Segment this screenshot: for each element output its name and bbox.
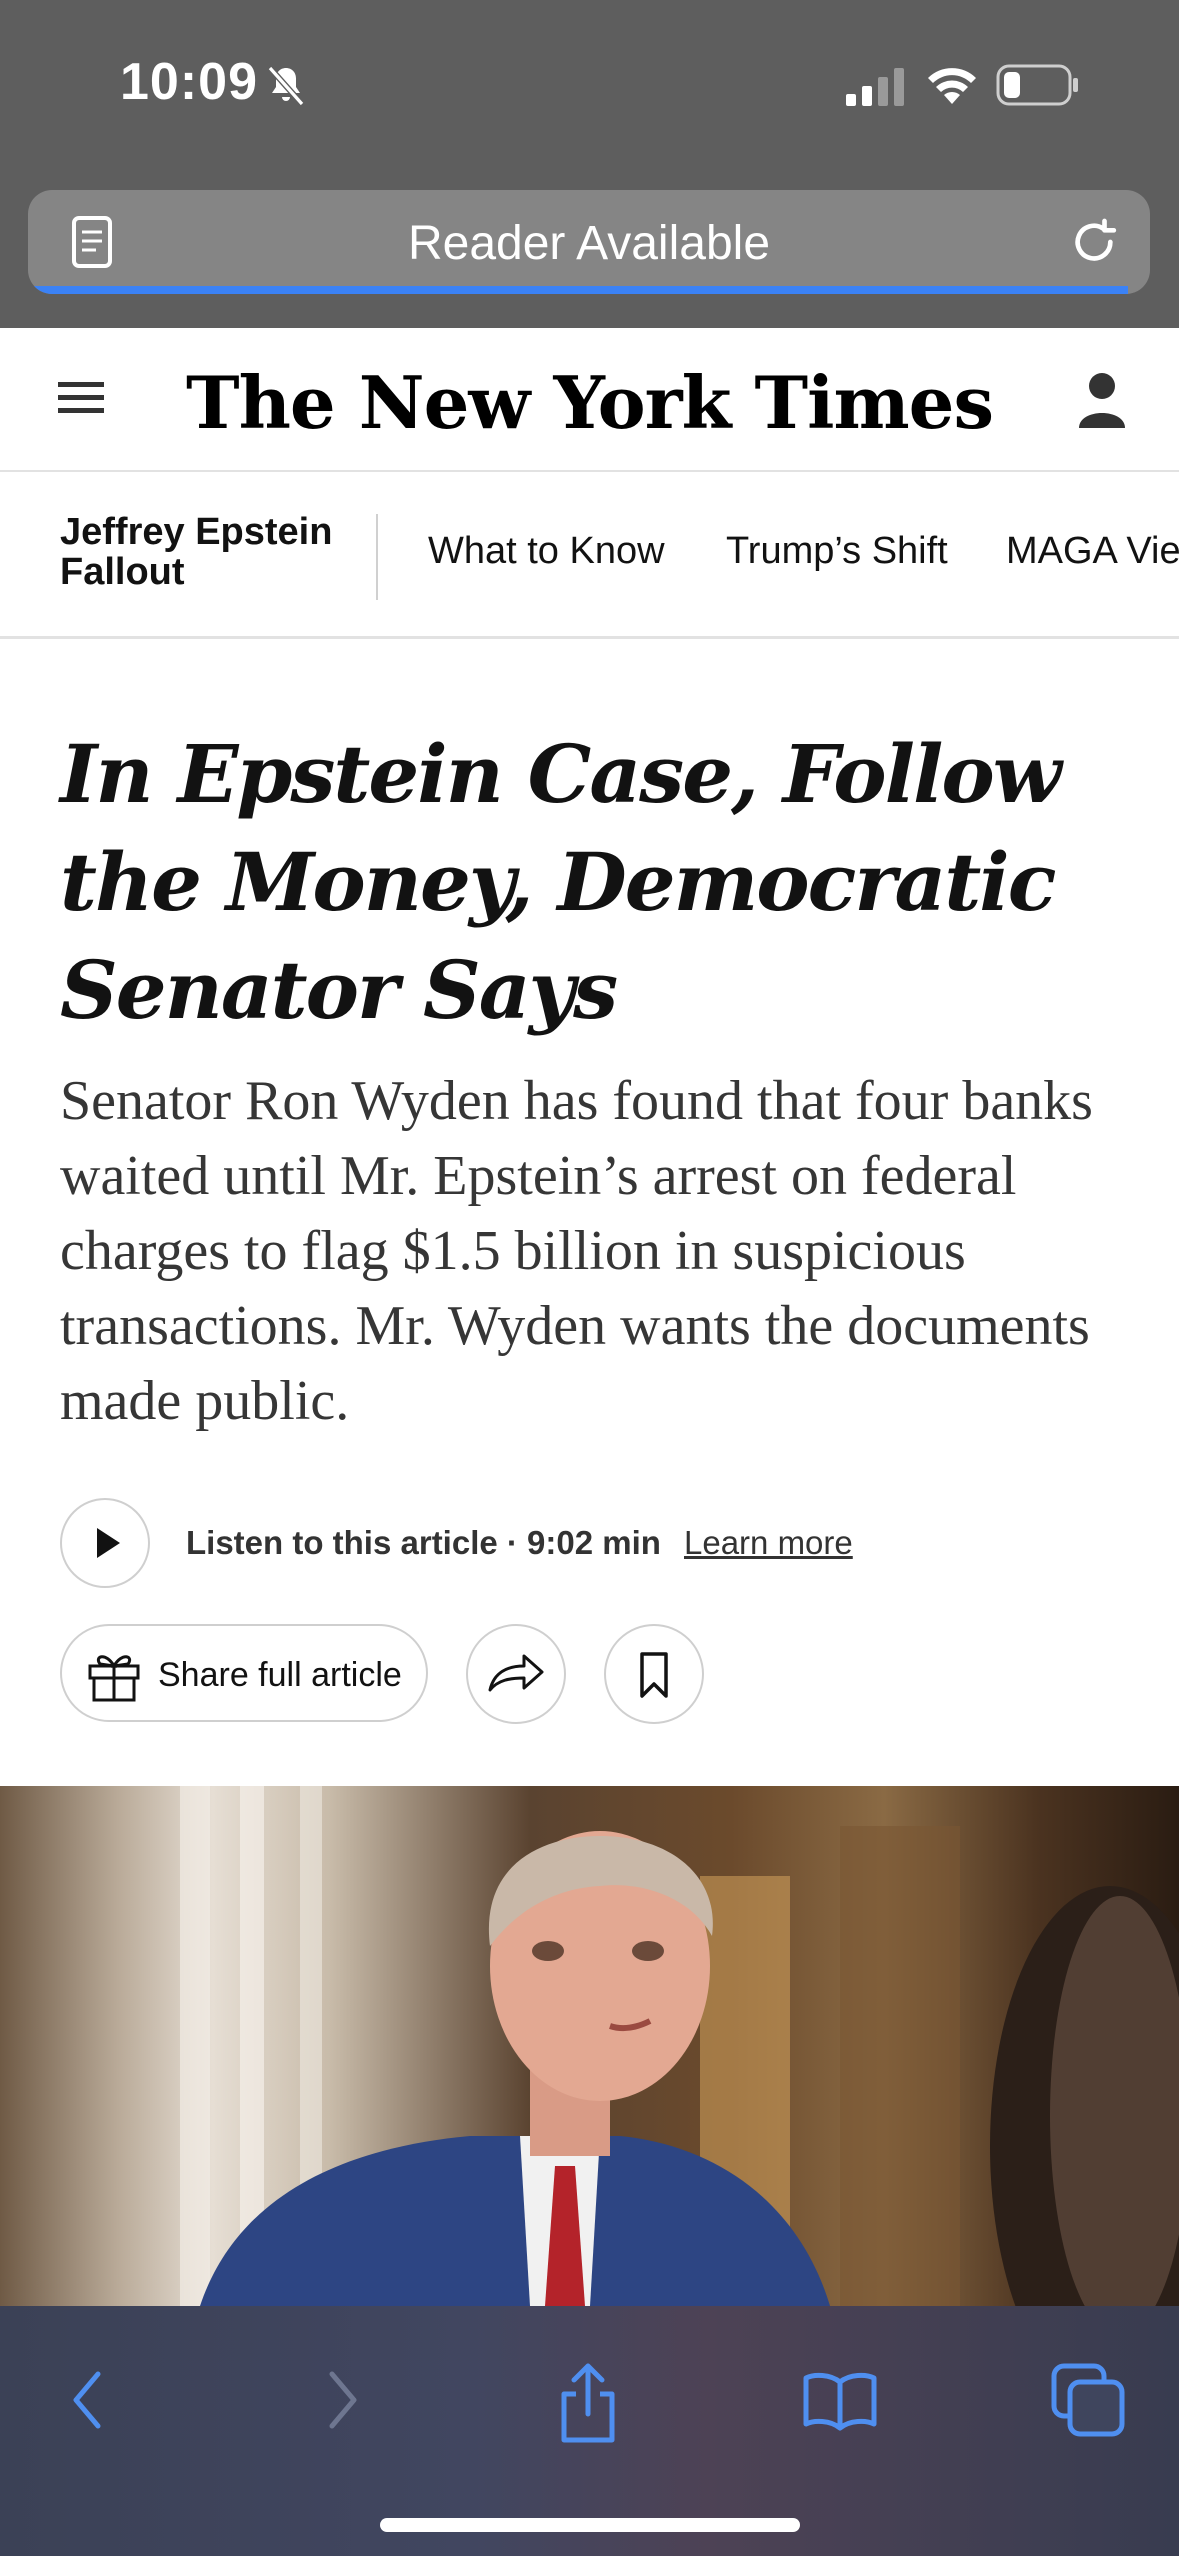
browser-top-chrome: 10:09 Reader Available — [0, 0, 1179, 328]
section-subnav: Jeffrey Epstein Fallout What to Know Tru… — [0, 472, 1179, 639]
listen-row: Listen to this article · 9:02 min Learn … — [60, 1498, 1160, 1592]
bookmark-icon — [640, 1652, 668, 1698]
forward-icon[interactable] — [318, 2360, 366, 2440]
share-full-article-button[interactable]: Share full article — [60, 1624, 428, 1722]
subnav-link-trumps-shift[interactable]: Trump’s Shift — [726, 530, 948, 573]
listen-label[interactable]: Listen to this article · 9:02 min — [186, 1524, 661, 1562]
article-photo[interactable] — [0, 1786, 1179, 2306]
wifi-icon — [928, 68, 976, 104]
back-icon[interactable] — [64, 2360, 112, 2440]
article-summary: Senator Ron Wyden has found that four ba… — [60, 1070, 1093, 1432]
account-icon[interactable] — [1077, 370, 1127, 430]
address-bar[interactable]: Reader Available — [28, 190, 1150, 294]
subnav-divider — [376, 514, 378, 600]
share-button[interactable] — [466, 1624, 566, 1724]
save-button[interactable] — [604, 1624, 704, 1724]
subnav-link-maga[interactable]: MAGA Vie — [1006, 530, 1179, 573]
reload-icon[interactable] — [1066, 214, 1122, 270]
battery-icon — [996, 64, 1078, 106]
site-logo[interactable]: The New York Times — [0, 360, 1179, 445]
play-icon — [97, 1528, 120, 1558]
share-arrow-icon — [488, 1654, 544, 1692]
signal-icon — [846, 68, 904, 106]
article-headline: In Epstein Case, Follow the Money, Democ… — [60, 727, 1062, 1037]
tabs-icon[interactable] — [1048, 2360, 1128, 2440]
page-load-progress — [28, 286, 1128, 294]
learn-more-link[interactable]: Learn more — [684, 1524, 853, 1562]
subnav-title[interactable]: Jeffrey Epstein Fallout — [60, 512, 360, 592]
bell-slash-icon — [267, 66, 305, 106]
gift-icon — [88, 1655, 140, 1702]
subnav-link-what-to-know[interactable]: What to Know — [428, 530, 665, 573]
url-label[interactable]: Reader Available — [28, 216, 1150, 271]
senator-photo-illustration — [180, 1786, 1179, 2306]
share-full-article-label: Share full article — [158, 1656, 402, 1694]
site-header: The New York Times — [0, 328, 1179, 472]
share-icon[interactable] — [552, 2360, 624, 2444]
status-time: 10:09 — [120, 53, 258, 111]
play-audio-button[interactable] — [60, 1498, 150, 1588]
home-indicator[interactable] — [380, 2518, 800, 2532]
bookmarks-icon[interactable] — [800, 2360, 880, 2440]
